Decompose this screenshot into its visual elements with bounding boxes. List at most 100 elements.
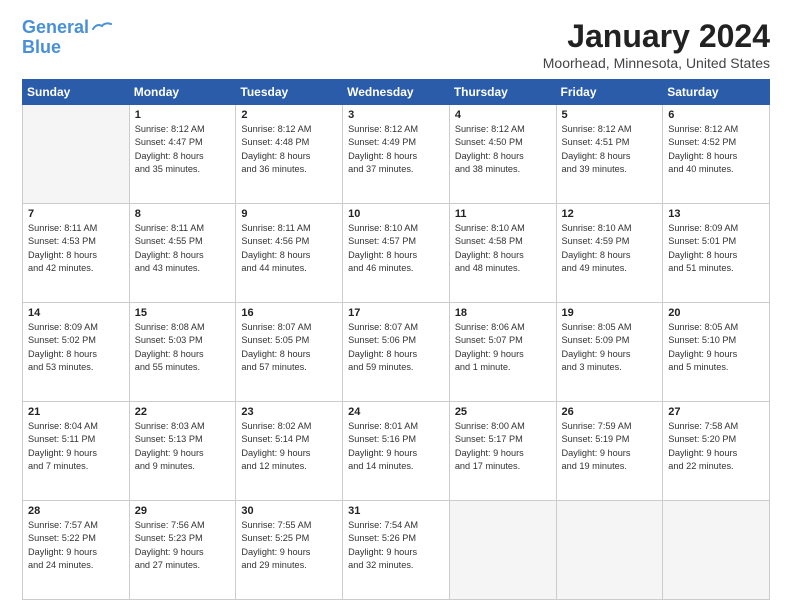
location-title: Moorhead, Minnesota, United States xyxy=(543,55,770,71)
day-info: Sunrise: 8:06 AMSunset: 5:07 PMDaylight:… xyxy=(455,321,551,374)
day-number: 7 xyxy=(28,208,124,220)
day-number: 1 xyxy=(135,109,231,121)
day-info: Sunrise: 8:03 AMSunset: 5:13 PMDaylight:… xyxy=(135,420,231,473)
day-cell: 4Sunrise: 8:12 AMSunset: 4:50 PMDaylight… xyxy=(449,105,556,204)
day-cell xyxy=(556,501,663,600)
logo-line1: General xyxy=(22,17,89,37)
week-row-4: 21Sunrise: 8:04 AMSunset: 5:11 PMDayligh… xyxy=(23,402,770,501)
day-number: 28 xyxy=(28,505,124,517)
day-number: 11 xyxy=(455,208,551,220)
weekday-header-sunday: Sunday xyxy=(23,80,130,105)
day-info: Sunrise: 7:56 AMSunset: 5:23 PMDaylight:… xyxy=(135,519,231,572)
day-cell: 19Sunrise: 8:05 AMSunset: 5:09 PMDayligh… xyxy=(556,303,663,402)
day-cell xyxy=(23,105,130,204)
day-number: 12 xyxy=(562,208,658,220)
day-cell: 28 Sunrise: 7:57 AMSunset: 5:22 PMDayligh… xyxy=(23,501,130,600)
day-info: Sunrise: 8:09 AMSunset: 5:01 PMDaylight:… xyxy=(668,222,764,275)
week-row-2: 7 Sunrise: 8:11 AMSunset: 4:53 PMDaylight… xyxy=(23,204,770,303)
day-number: 25 xyxy=(455,406,551,418)
day-cell: 6 Sunrise: 8:12 AMSunset: 4:52 PMDaylight… xyxy=(663,105,770,204)
day-cell: 3 Sunrise: 8:12 AMSunset: 4:49 PMDaylight… xyxy=(343,105,450,204)
weekday-header-wednesday: Wednesday xyxy=(343,80,450,105)
day-info: Sunrise: 7:55 AMSunset: 5:25 PMDaylight:… xyxy=(241,519,337,572)
day-info: Sunrise: 8:09 AMSunset: 5:02 PMDaylight:… xyxy=(28,321,124,374)
weekday-header-monday: Monday xyxy=(129,80,236,105)
day-cell: 20 Sunrise: 8:05 AMSunset: 5:10 PMDayligh… xyxy=(663,303,770,402)
day-cell: 22 Sunrise: 8:03 AMSunset: 5:13 PMDayligh… xyxy=(129,402,236,501)
day-number: 13 xyxy=(668,208,764,220)
day-cell: 14Sunrise: 8:09 AMSunset: 5:02 PMDayligh… xyxy=(23,303,130,402)
day-number: 22 xyxy=(135,406,231,418)
day-info: Sunrise: 7:59 AMSunset: 5:19 PMDaylight:… xyxy=(562,420,658,473)
day-info: Sunrise: 8:11 AMSunset: 4:55 PMDaylight:… xyxy=(135,222,231,275)
day-cell: 16 Sunrise: 8:07 AMSunset: 5:05 PMDayligh… xyxy=(236,303,343,402)
day-number: 30 xyxy=(241,505,337,517)
day-cell: 26 Sunrise: 7:59 AMSunset: 5:19 PMDayligh… xyxy=(556,402,663,501)
day-info: Sunrise: 8:01 AMSunset: 5:16 PMDaylight:… xyxy=(348,420,444,473)
day-number: 21 xyxy=(28,406,124,418)
day-number: 20 xyxy=(668,307,764,319)
day-info: Sunrise: 8:11 AMSunset: 4:53 PMDaylight:… xyxy=(28,222,124,275)
day-number: 2 xyxy=(241,109,337,121)
day-info: Sunrise: 8:00 AMSunset: 5:17 PMDaylight:… xyxy=(455,420,551,473)
logo-line2: Blue xyxy=(22,37,61,57)
weekday-header-friday: Friday xyxy=(556,80,663,105)
day-info: Sunrise: 8:02 AMSunset: 5:14 PMDaylight:… xyxy=(241,420,337,473)
day-number: 31 xyxy=(348,505,444,517)
day-number: 8 xyxy=(135,208,231,220)
calendar-page: General Blue January 2024 Moorhead, Minn… xyxy=(0,0,792,612)
day-info: Sunrise: 8:07 AMSunset: 5:06 PMDaylight:… xyxy=(348,321,444,374)
day-number: 24 xyxy=(348,406,444,418)
day-cell: 13 Sunrise: 8:09 AMSunset: 5:01 PMDayligh… xyxy=(663,204,770,303)
day-cell: 1 Sunrise: 8:12 AMSunset: 4:47 PMDaylight… xyxy=(129,105,236,204)
day-cell: 31 Sunrise: 7:54 AMSunset: 5:26 PMDayligh… xyxy=(343,501,450,600)
day-cell: 30 Sunrise: 7:55 AMSunset: 5:25 PMDayligh… xyxy=(236,501,343,600)
day-number: 23 xyxy=(241,406,337,418)
weekday-header-saturday: Saturday xyxy=(663,80,770,105)
day-info: Sunrise: 7:58 AMSunset: 5:20 PMDaylight:… xyxy=(668,420,764,473)
week-row-3: 14Sunrise: 8:09 AMSunset: 5:02 PMDayligh… xyxy=(23,303,770,402)
day-info: Sunrise: 8:12 AMSunset: 4:48 PMDaylight:… xyxy=(241,123,337,176)
day-number: 26 xyxy=(562,406,658,418)
day-cell: 25 Sunrise: 8:00 AMSunset: 5:17 PMDayligh… xyxy=(449,402,556,501)
day-cell: 9 Sunrise: 8:11 AMSunset: 4:56 PMDaylight… xyxy=(236,204,343,303)
day-cell: 12 Sunrise: 8:10 AMSunset: 4:59 PMDayligh… xyxy=(556,204,663,303)
day-cell: 18 Sunrise: 8:06 AMSunset: 5:07 PMDayligh… xyxy=(449,303,556,402)
day-cell: 17 Sunrise: 8:07 AMSunset: 5:06 PMDayligh… xyxy=(343,303,450,402)
day-cell: 8 Sunrise: 8:11 AMSunset: 4:55 PMDaylight… xyxy=(129,204,236,303)
week-row-1: 1 Sunrise: 8:12 AMSunset: 4:47 PMDaylight… xyxy=(23,105,770,204)
day-info: Sunrise: 8:10 AMSunset: 4:58 PMDaylight:… xyxy=(455,222,551,275)
month-title: January 2024 xyxy=(543,18,770,55)
day-cell: 7 Sunrise: 8:11 AMSunset: 4:53 PMDaylight… xyxy=(23,204,130,303)
day-number: 5 xyxy=(562,109,658,121)
day-info: Sunrise: 8:10 AMSunset: 4:59 PMDaylight:… xyxy=(562,222,658,275)
day-number: 27 xyxy=(668,406,764,418)
day-number: 17 xyxy=(348,307,444,319)
weekday-header-tuesday: Tuesday xyxy=(236,80,343,105)
day-number: 3 xyxy=(348,109,444,121)
day-cell: 10Sunrise: 8:10 AMSunset: 4:57 PMDayligh… xyxy=(343,204,450,303)
day-cell xyxy=(663,501,770,600)
day-cell xyxy=(449,501,556,600)
day-number: 9 xyxy=(241,208,337,220)
day-info: Sunrise: 8:08 AMSunset: 5:03 PMDaylight:… xyxy=(135,321,231,374)
day-cell: 2 Sunrise: 8:12 AMSunset: 4:48 PMDaylight… xyxy=(236,105,343,204)
day-info: Sunrise: 8:11 AMSunset: 4:56 PMDaylight:… xyxy=(241,222,337,275)
day-info: Sunrise: 8:12 AMSunset: 4:52 PMDaylight:… xyxy=(668,123,764,176)
logo-bird-icon xyxy=(91,21,113,37)
day-info: Sunrise: 8:07 AMSunset: 5:05 PMDaylight:… xyxy=(241,321,337,374)
day-number: 18 xyxy=(455,307,551,319)
day-info: Sunrise: 8:12 AMSunset: 4:49 PMDaylight:… xyxy=(348,123,444,176)
day-info: Sunrise: 8:12 AMSunset: 4:47 PMDaylight:… xyxy=(135,123,231,176)
day-number: 16 xyxy=(241,307,337,319)
day-cell: 21Sunrise: 8:04 AMSunset: 5:11 PMDayligh… xyxy=(23,402,130,501)
day-number: 29 xyxy=(135,505,231,517)
header: General Blue January 2024 Moorhead, Minn… xyxy=(22,18,770,71)
day-info: Sunrise: 7:54 AMSunset: 5:26 PMDaylight:… xyxy=(348,519,444,572)
day-info: Sunrise: 7:57 AMSunset: 5:22 PMDaylight:… xyxy=(28,519,124,572)
day-number: 6 xyxy=(668,109,764,121)
day-info: Sunrise: 8:05 AMSunset: 5:10 PMDaylight:… xyxy=(668,321,764,374)
logo: General Blue xyxy=(22,18,113,58)
day-cell: 5Sunrise: 8:12 AMSunset: 4:51 PMDaylight… xyxy=(556,105,663,204)
day-info: Sunrise: 8:10 AMSunset: 4:57 PMDaylight:… xyxy=(348,222,444,275)
